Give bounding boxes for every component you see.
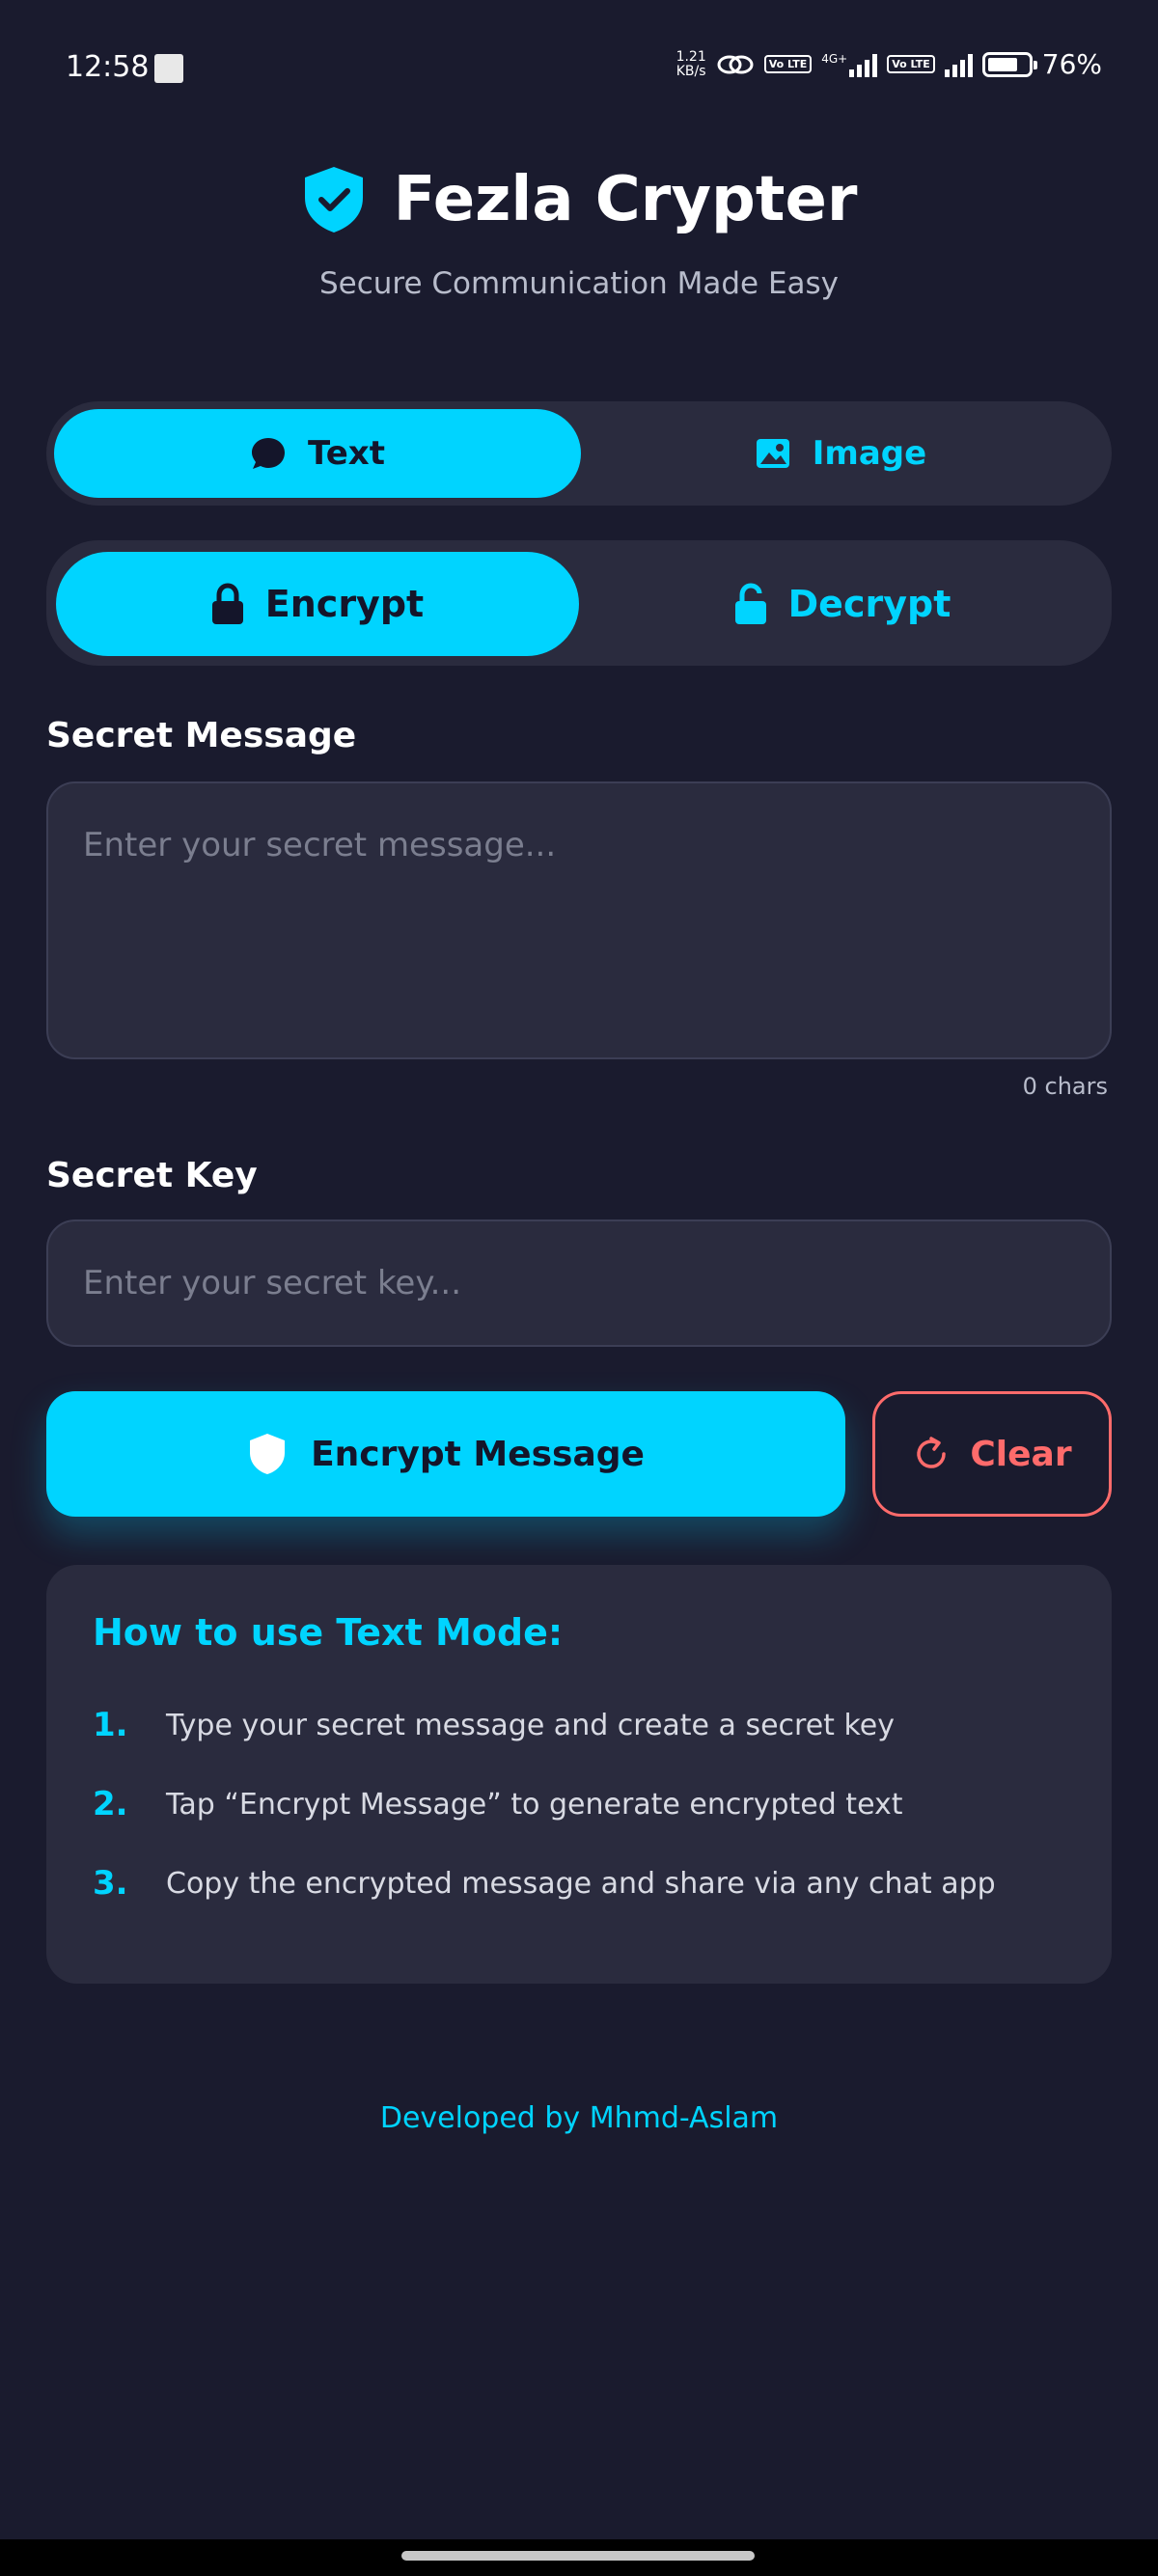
app-title: Fezla Crypter <box>393 164 858 235</box>
home-indicator[interactable] <box>401 2551 755 2561</box>
status-icons: 1.21 KB/s Vo LTE 4G+ Vo LTE 76% <box>676 48 1102 80</box>
step-number: 2. <box>93 1785 128 1823</box>
instruction-step: 1. Type your secret message and create a… <box>93 1706 895 1744</box>
mode-tabs: Text Image <box>46 401 1112 506</box>
step-text: Type your secret message and create a se… <box>166 1708 895 1742</box>
step-number: 3. <box>93 1864 128 1903</box>
signal-bars-icon-2 <box>944 52 973 77</box>
message-textarea[interactable] <box>46 781 1112 1059</box>
step-text: Tap “Encrypt Message” to generate encryp… <box>166 1787 903 1822</box>
volte-icon: Vo LTE <box>763 55 813 73</box>
lock-icon <box>211 583 243 624</box>
status-time: 12:58 <box>66 50 150 84</box>
clear-label: Clear <box>970 1434 1072 1474</box>
step-number: 1. <box>93 1706 128 1744</box>
chat-bubble-icon <box>252 438 286 469</box>
key-input[interactable] <box>46 1219 1112 1347</box>
battery-percent: 76% <box>1041 48 1102 80</box>
tab-encrypt-label: Encrypt <box>264 583 425 625</box>
instructions-title: How to use Text Mode: <box>93 1611 564 1654</box>
encrypt-message-button[interactable]: Encrypt Message <box>46 1391 845 1517</box>
volte-icon-2: Vo LTE <box>887 55 935 73</box>
key-label: Secret Key <box>46 1156 258 1195</box>
tab-image[interactable]: Image <box>577 409 1104 498</box>
signal-bars-icon <box>849 52 878 77</box>
footer-credit[interactable]: Developed by Mhmd-Aslam <box>0 2101 1158 2135</box>
char-count: 0 chars <box>1022 1073 1108 1100</box>
message-label: Secret Message <box>46 716 357 755</box>
instruction-step: 2. Tap “Encrypt Message” to generate enc… <box>93 1785 903 1823</box>
notification-icon <box>154 54 183 83</box>
link-icon <box>717 55 754 73</box>
shield-check-icon <box>304 167 363 233</box>
instruction-step: 3. Copy the encrypted message and share … <box>93 1864 996 1903</box>
action-tabs: Encrypt Decrypt <box>46 540 1112 666</box>
signal-1: 4G+ <box>821 52 878 77</box>
image-icon <box>756 439 789 468</box>
encrypt-message-label: Encrypt Message <box>311 1434 645 1474</box>
unlock-icon <box>734 583 766 624</box>
shield-icon <box>250 1434 286 1474</box>
tab-text[interactable]: Text <box>54 409 581 498</box>
instructions-card: How to use Text Mode: 1. Type your secre… <box>46 1565 1112 1984</box>
battery-icon <box>981 51 1037 77</box>
tab-decrypt-label: Decrypt <box>787 583 951 625</box>
tab-encrypt[interactable]: Encrypt <box>56 552 579 656</box>
app-subtitle: Secure Communication Made Easy <box>318 266 840 301</box>
step-text: Copy the encrypted message and share via… <box>166 1866 996 1901</box>
clear-button[interactable]: Clear <box>872 1391 1112 1517</box>
tab-decrypt[interactable]: Decrypt <box>581 552 1104 656</box>
tab-text-label: Text <box>308 434 385 473</box>
tab-image-label: Image <box>812 434 927 473</box>
app-header: Fezla Crypter <box>0 164 1158 235</box>
refresh-icon <box>917 1437 947 1468</box>
net-speed: 1.21 KB/s <box>676 48 706 79</box>
